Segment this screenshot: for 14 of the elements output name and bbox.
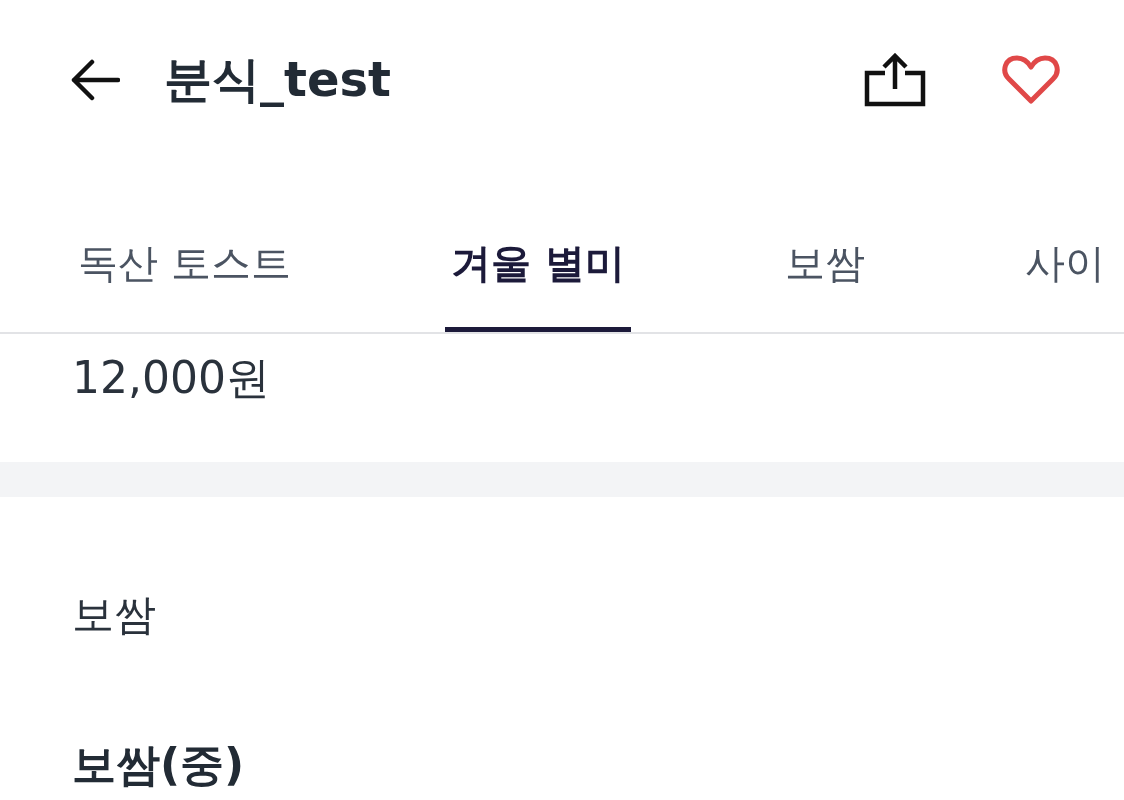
price-text: 12,000원 (72, 351, 270, 405)
store-title: 분식_test (164, 50, 391, 109)
back-button[interactable] (70, 59, 120, 101)
section-title: 보쌈 (72, 589, 156, 641)
back-arrow-icon (70, 59, 120, 101)
category-tab[interactable]: 보쌈 (778, 200, 871, 332)
share-button[interactable] (864, 53, 926, 107)
heart-icon (1002, 55, 1060, 105)
category-tab[interactable]: 독산 토스트 (72, 200, 297, 332)
menu-item-name[interactable]: 보쌈(중) (72, 737, 245, 793)
category-tab[interactable]: 겨울 별미 (444, 200, 631, 332)
share-icon (864, 53, 926, 107)
favorite-button[interactable] (1002, 55, 1060, 105)
category-tab[interactable]: 사이 (1018, 200, 1111, 332)
